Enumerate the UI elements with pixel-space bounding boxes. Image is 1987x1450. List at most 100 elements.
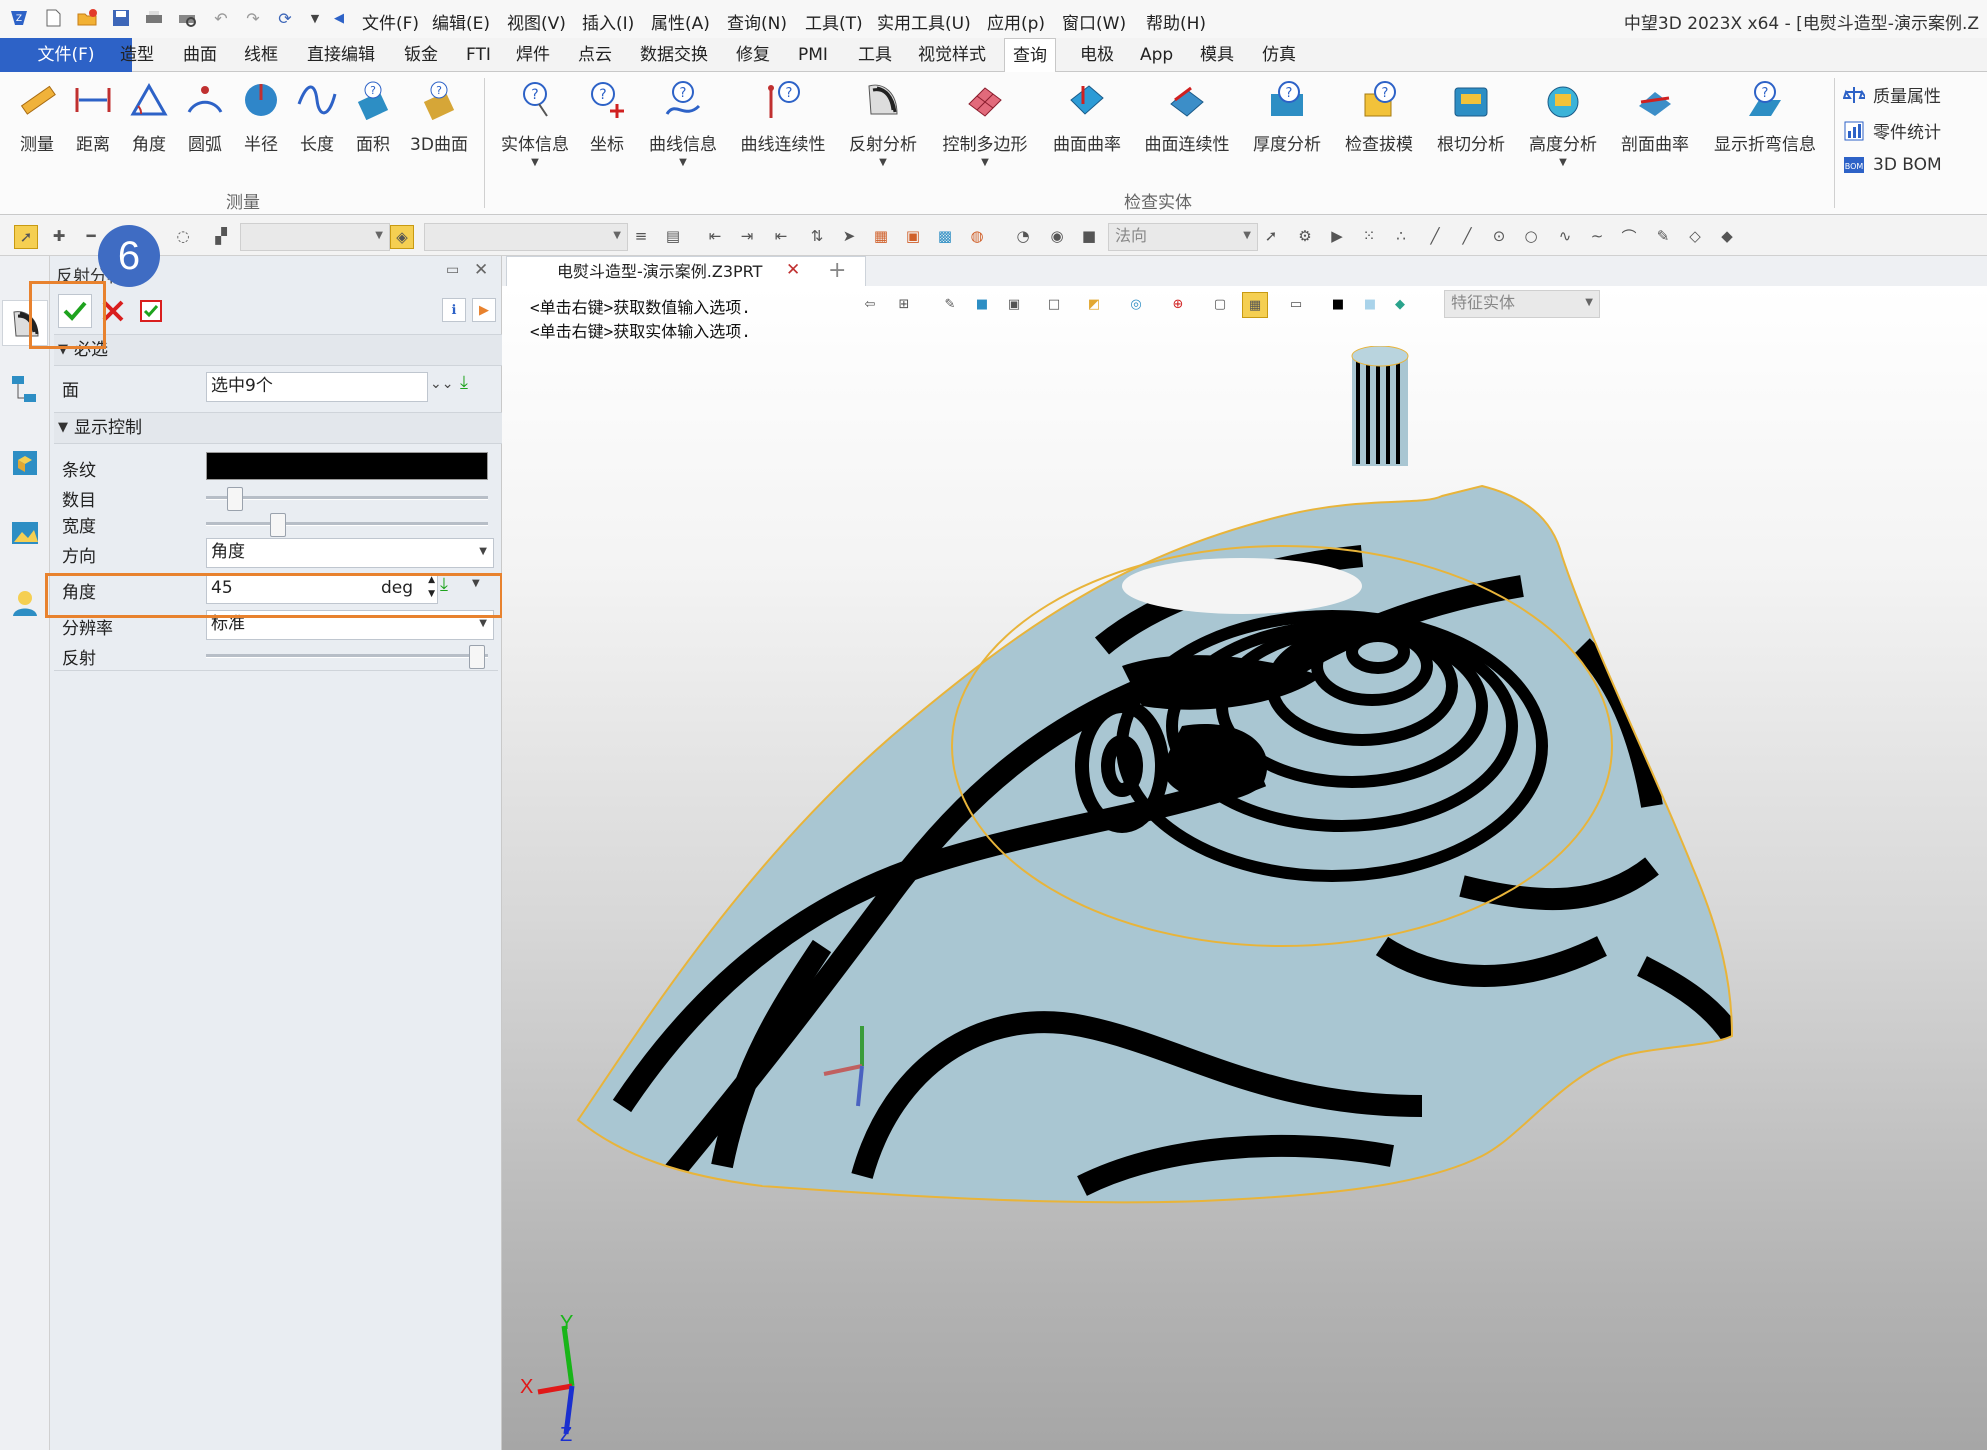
add-selection-icon[interactable]: ✚	[48, 225, 70, 247]
layers-icon[interactable]: ◇	[1684, 225, 1706, 247]
menu-insert[interactable]: 插入(I)	[582, 9, 634, 34]
face-selection-field[interactable]: 选中9个	[206, 372, 428, 402]
tab-visual-style[interactable]: 视觉样式	[910, 38, 994, 72]
double-chevron-icon[interactable]: ⌄⌄	[430, 376, 453, 392]
check-draft-button[interactable]: ? 检查拔模	[1344, 78, 1414, 155]
wireframe-cube-icon[interactable]: □	[1042, 292, 1066, 316]
panel-close-icon[interactable]: ✕	[474, 260, 488, 280]
3d-viewport[interactable]: <单击右键>获取数值输入选项. <单击右键>获取实体输入选项. ⇦ ⊞ ✎ ■ …	[502, 286, 1987, 1450]
new-file-icon[interactable]	[42, 7, 64, 29]
bulb-icon[interactable]: ◉	[1046, 225, 1068, 247]
required-section-header[interactable]: 必选	[54, 334, 518, 366]
history-tree-icon[interactable]	[8, 372, 42, 406]
spline-icon[interactable]: ∿	[1554, 225, 1576, 247]
align-left-icon[interactable]: ⇤	[704, 225, 726, 247]
info-icon[interactable]: ℹ	[442, 298, 466, 322]
image-view-icon[interactable]	[8, 516, 42, 550]
curve-info-button[interactable]: ? 曲线信息 ▼	[648, 78, 718, 168]
folder-open-icon[interactable]: ▣	[902, 225, 924, 247]
scatter-icon[interactable]: ∴	[1390, 225, 1412, 247]
select-pointer-icon[interactable]: ➚	[14, 225, 38, 249]
tab-data-exchange[interactable]: 数据交换	[632, 38, 716, 72]
apply-button[interactable]	[134, 294, 168, 328]
tree-view-icon[interactable]: ⊞	[892, 292, 916, 316]
pointer-arrow-icon[interactable]: ➚	[1260, 225, 1282, 247]
save-icon[interactable]	[110, 7, 132, 29]
user-profile-icon[interactable]	[8, 586, 42, 620]
zoom-fit-icon[interactable]: ◎	[1124, 292, 1148, 316]
tab-point-cloud[interactable]: 点云	[570, 38, 620, 72]
3d-surface-button[interactable]: ? 3D曲面	[404, 78, 474, 155]
menu-window[interactable]: 窗口(W)	[1062, 9, 1126, 34]
section-view-icon[interactable]: ◩	[1082, 292, 1106, 316]
feature-filter-combo[interactable]: 特征实体 ▼	[1444, 290, 1600, 318]
mass-properties-button[interactable]: 质量属性	[1843, 82, 1941, 107]
coordinate-button[interactable]: ? 坐标	[572, 78, 642, 155]
section-curvature-button[interactable]: 剖面曲率	[1620, 78, 1690, 155]
count-slider-thumb[interactable]	[227, 487, 244, 511]
new-tab-icon[interactable]: +	[828, 258, 846, 283]
menu-attributes[interactable]: 属性(A)	[651, 9, 710, 34]
stop-square-icon[interactable]: ■	[1078, 225, 1100, 247]
snap-grid-icon[interactable]: ▦	[1242, 292, 1268, 318]
print-stamp-icon[interactable]: ▤	[662, 225, 684, 247]
ruler-pen-icon[interactable]: ✎	[938, 292, 962, 316]
align-right-icon[interactable]: ⇤	[770, 225, 792, 247]
assembly-box-icon[interactable]	[8, 446, 42, 480]
tab-weldment[interactable]: 焊件	[508, 38, 558, 72]
tab-pmi[interactable]: PMI	[790, 38, 836, 72]
line-icon[interactable]: ╱	[1424, 225, 1446, 247]
stack-icon[interactable]: ◆	[1716, 225, 1738, 247]
iron-model[interactable]	[562, 346, 1962, 1406]
surface-continuity-button[interactable]: 曲面连续性	[1145, 78, 1230, 155]
curve-continuity-button[interactable]: ? 曲线连续性	[741, 78, 826, 155]
surface-curvature-button[interactable]: 曲面曲率	[1052, 78, 1122, 155]
sketch-grid-icon[interactable]: ≡	[630, 225, 652, 247]
clock-dial-icon[interactable]: ◔	[1012, 225, 1034, 247]
settings-gear-icon[interactable]: ⚙	[1294, 225, 1316, 247]
tab-sheet-metal[interactable]: 钣金	[396, 38, 446, 72]
package-icon[interactable]: ▩	[934, 225, 956, 247]
filter-shape-icon[interactable]: ◌	[172, 225, 194, 247]
area-button[interactable]: ? 面积	[338, 78, 408, 155]
calendar-icon[interactable]: ▦	[870, 225, 892, 247]
shaded-cube-icon[interactable]: ■	[970, 292, 994, 316]
tab-mold[interactable]: 模具	[1192, 38, 1242, 72]
window-icon[interactable]: ▢	[1208, 292, 1232, 316]
circle-center-icon[interactable]: ⊙	[1488, 225, 1510, 247]
panel-restore-icon[interactable]: ▭	[446, 262, 459, 278]
line-point-icon[interactable]: ╱	[1456, 225, 1478, 247]
direction-combo[interactable]: 法向 ▼	[1108, 223, 1258, 251]
cursor-icon[interactable]: ➤	[838, 225, 860, 247]
reflect-slider-thumb[interactable]	[468, 645, 485, 669]
remove-selection-icon[interactable]: ━	[80, 225, 102, 247]
grey-cube-icon[interactable]: ▣	[1002, 292, 1026, 316]
show-bend-info-button[interactable]: ? 显示折弯信息	[1714, 78, 1816, 155]
target-icon[interactable]: ⊕	[1166, 292, 1190, 316]
align-center-icon[interactable]: ⇥	[736, 225, 758, 247]
reflection-analysis-button[interactable]: 反射分析 ▼	[848, 78, 918, 168]
tab-modeling[interactable]: 造型	[112, 38, 162, 72]
pick-down-icon[interactable]: ⤓	[460, 372, 468, 393]
pick-solid-icon[interactable]: ◈	[390, 225, 414, 249]
open-file-icon[interactable]	[76, 7, 98, 29]
tab-fti[interactable]: FTI	[458, 38, 499, 72]
menu-file[interactable]: 文件(F)	[362, 9, 419, 34]
arc-tool-icon[interactable]: ⌒	[1618, 225, 1640, 247]
filter-list-icon[interactable]: ▞	[210, 225, 232, 247]
entity-info-button[interactable]: ? 实体信息 ▼	[500, 78, 570, 168]
expand-panel-icon[interactable]: ▶	[472, 298, 496, 322]
stripe-color-swatch[interactable]	[206, 452, 488, 480]
tab-repair[interactable]: 修复	[728, 38, 778, 72]
palette-icon[interactable]: ◍	[966, 225, 988, 247]
tab-app[interactable]: App	[1132, 38, 1181, 72]
menu-help[interactable]: 帮助(H)	[1146, 9, 1206, 34]
entity-filter-combo[interactable]: ▼	[424, 223, 628, 251]
redo-icon[interactable]: ↷	[242, 7, 264, 29]
3d-bom-button[interactable]: BOM 3D BOM	[1843, 154, 1942, 176]
menu-tools[interactable]: 工具(T)	[805, 9, 863, 34]
layers-view-icon[interactable]: ◆	[1388, 292, 1412, 316]
tab-tools[interactable]: 工具	[850, 38, 900, 72]
document-tab[interactable]: 电熨斗造型-演示案例.Z3PRT	[506, 256, 866, 287]
height-analysis-button[interactable]: 高度分析 ▼	[1528, 78, 1598, 168]
